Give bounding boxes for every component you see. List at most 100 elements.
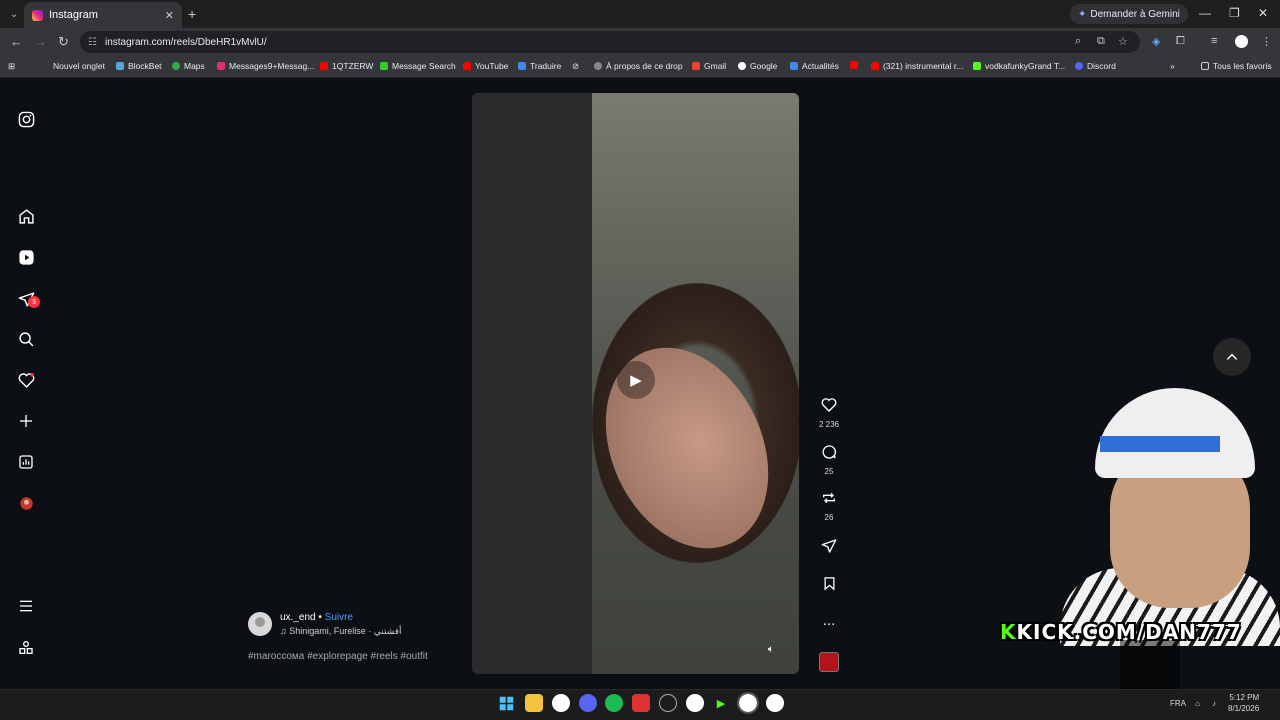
menu-icon[interactable] <box>17 597 35 615</box>
language-indicator[interactable]: FRA <box>1170 699 1186 708</box>
chrome-icon[interactable] <box>766 694 784 712</box>
profile-avatar[interactable] <box>1235 35 1248 48</box>
extensions-puzzle-icon[interactable]: ⧠ <box>1176 35 1185 48</box>
tab-search-icon[interactable]: ⌄ <box>6 6 22 22</box>
speaker-icon[interactable]: ♪ <box>1212 699 1216 708</box>
system-clock[interactable]: 5:12 PM 8/1/2026 <box>1228 692 1259 714</box>
like-count: 2 236 <box>818 420 840 429</box>
repost-count: 26 <box>824 513 834 522</box>
bookmark-item[interactable]: Messages9+Messag... <box>217 61 314 71</box>
install-app-icon[interactable]: ⧉ <box>1097 35 1105 48</box>
share-button[interactable] <box>818 538 840 559</box>
more-options-button[interactable]: ... <box>818 612 840 630</box>
extension-icon[interactable]: ◈ <box>1152 35 1160 48</box>
discord-icon[interactable] <box>579 694 597 712</box>
clock-time: 5:12 PM <box>1229 693 1260 702</box>
chrome-active-icon[interactable] <box>737 692 759 714</box>
file-explorer-icon[interactable] <box>525 694 543 712</box>
bookmark-item[interactable]: BlockBet <box>116 61 162 71</box>
bookmark-item[interactable]: Nouvel onglet <box>53 61 105 71</box>
tab-instagram[interactable]: Instagram ✕ <box>24 2 182 28</box>
audio-link[interactable]: ♫ Shinigami, Furelise · أفشتني <box>280 626 402 637</box>
create-plus-icon[interactable] <box>17 412 35 430</box>
webcam-shape <box>1095 388 1255 478</box>
more-bookmarks-button[interactable]: » <box>1170 61 1175 71</box>
globe-icon[interactable]: ⊘ <box>572 61 579 72</box>
previous-reel-button[interactable] <box>1213 338 1251 376</box>
windows-start-icon[interactable] <box>497 694 515 712</box>
dashboard-icon[interactable] <box>17 453 35 471</box>
messages-badge: 3 <box>28 296 40 308</box>
bookmark-item[interactable]: YouTube <box>463 61 508 71</box>
youtube-icon <box>850 61 858 69</box>
browser-menu-icon[interactable]: ⋮ <box>1261 35 1272 48</box>
bookmark-item[interactable]: À propos de ce drop <box>594 61 683 71</box>
bookmark-item[interactable]: (321) instrumental r... <box>871 61 963 71</box>
save-button[interactable] <box>818 576 840 596</box>
site-info-icon[interactable]: ☷ <box>88 37 97 48</box>
comment-count: 25 <box>824 467 834 476</box>
webcam-shape <box>1100 436 1220 452</box>
play-icon[interactable]: ▶ <box>617 361 655 399</box>
youtube-icon[interactable] <box>850 61 862 69</box>
hashtags: #maroccoма #explorepage #reels #outfit <box>248 651 428 662</box>
audio-thumbnail[interactable] <box>819 652 839 672</box>
new-tab-button[interactable]: + <box>188 6 196 22</box>
apps-grid-icon[interactable]: ⊞ <box>8 61 15 72</box>
kick-app-icon[interactable]: ▶ <box>712 694 730 712</box>
bookmark-item[interactable]: Google <box>738 61 777 71</box>
youtube-icon <box>871 62 879 70</box>
reading-list-icon[interactable]: ≡ <box>1211 35 1217 47</box>
like-button[interactable]: 2 236 <box>818 397 840 429</box>
profile-avatar[interactable] <box>17 494 35 512</box>
zoom-icon[interactable]: ⌕ <box>1075 35 1081 48</box>
also-from-meta-icon[interactable] <box>17 639 35 657</box>
kick-icon <box>973 62 981 70</box>
instagram-logo-icon[interactable] <box>17 110 35 128</box>
network-icon[interactable]: ⌂ <box>1195 699 1200 708</box>
close-window-icon[interactable]: ✕ <box>1258 6 1268 20</box>
gemini-button[interactable]: ✦ Demander à Gemini <box>1070 4 1188 24</box>
follow-button[interactable]: Suivre <box>325 612 353 623</box>
chrome-icon[interactable] <box>552 694 570 712</box>
obs-icon[interactable] <box>659 694 677 712</box>
back-icon[interactable]: ← <box>10 34 23 49</box>
minimize-icon[interactable]: — <box>1199 6 1211 20</box>
url-text: instagram.com/reels/DbeHR1vMvlU/ <box>104 36 267 48</box>
chrome-icon[interactable] <box>686 694 704 712</box>
chart-icon <box>380 62 388 70</box>
gemini-icon: ✦ <box>1078 8 1087 20</box>
bookmark-item[interactable]: Discord <box>1075 61 1116 71</box>
all-bookmarks-button[interactable]: Tous les favoris <box>1201 61 1272 71</box>
search-icon[interactable] <box>17 330 35 348</box>
comment-icon <box>818 444 840 465</box>
bookmark-item[interactable]: vodkafunkyGrand T... <box>973 61 1065 71</box>
reels-icon[interactable] <box>17 248 35 266</box>
bookmark-item[interactable]: Message Search <box>380 61 456 71</box>
author-avatar[interactable] <box>248 612 272 636</box>
address-bar[interactable]: ☷ instagram.com/reels/DbeHR1vMvlU/ <box>80 31 1140 53</box>
repost-button[interactable]: 26 <box>818 490 840 522</box>
comment-button[interactable]: 25 <box>818 444 840 476</box>
notifications-heart-icon[interactable] <box>17 371 35 389</box>
spotify-icon[interactable] <box>605 694 623 712</box>
bookmark-icon <box>818 576 840 596</box>
video-frame-shape <box>472 93 592 674</box>
app-icon[interactable] <box>632 694 650 712</box>
clock-date: 8/1/2026 <box>1228 704 1260 713</box>
reload-icon[interactable]: ↻ <box>58 34 69 50</box>
bookmark-star-icon[interactable]: ☆ <box>1118 35 1128 48</box>
close-tab-icon[interactable]: ✕ <box>165 9 174 22</box>
home-icon[interactable] <box>17 207 35 225</box>
heart-icon <box>818 397 840 418</box>
bookmark-item[interactable]: Traduire <box>518 61 561 71</box>
repost-icon <box>818 490 840 511</box>
forward-icon[interactable]: → <box>34 34 47 49</box>
bookmark-item[interactable]: 1QTZERW <box>320 61 373 71</box>
bookmark-item[interactable]: Maps <box>172 61 205 71</box>
volume-icon[interactable]: 🔈︎ <box>768 644 774 655</box>
username-link[interactable]: ux._end <box>280 612 316 623</box>
restore-icon[interactable]: ❐ <box>1229 6 1240 20</box>
bookmark-item[interactable]: Gmail <box>692 61 726 71</box>
bookmark-item[interactable]: Actualités <box>790 61 839 71</box>
